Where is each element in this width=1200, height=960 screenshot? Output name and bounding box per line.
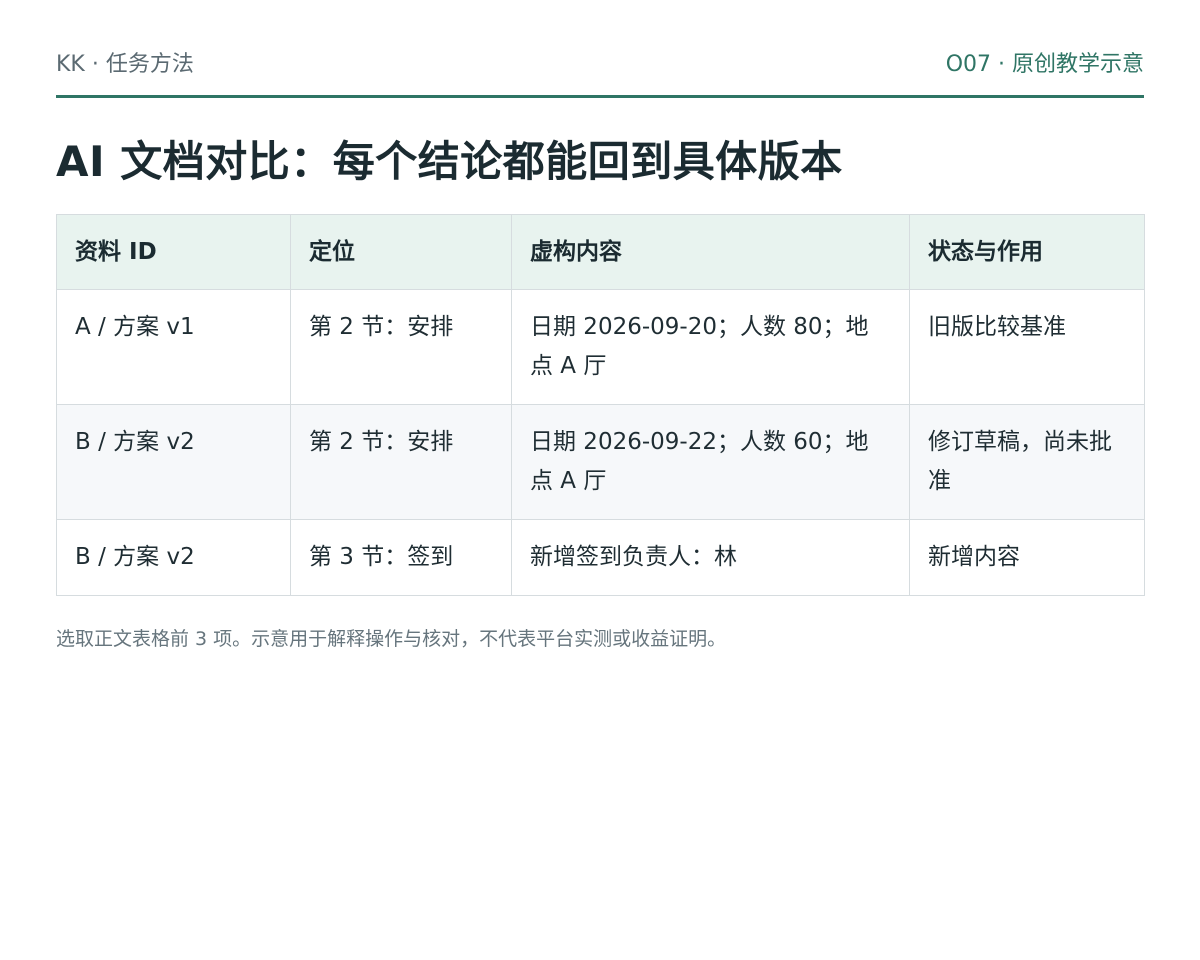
comparison-table: 资料 ID 定位 虚构内容 状态与作用 A / 方案 v1 第 2 节：安排 日… — [56, 214, 1145, 596]
cell-source-id: B / 方案 v2 — [56, 519, 291, 596]
table-header-row: 资料 ID 定位 虚构内容 状态与作用 — [56, 214, 1145, 290]
cell-status: 修订草稿，尚未批准 — [909, 404, 1145, 520]
cell-source-id: B / 方案 v2 — [56, 404, 291, 520]
cell-content: 日期 2026-09-20；人数 80；地点 A 厅 — [511, 289, 910, 405]
column-header-content: 虚构内容 — [511, 214, 910, 290]
page-title: AI 文档对比：每个结论都能回到具体版本 — [56, 137, 843, 186]
cell-location: 第 3 节：签到 — [290, 519, 512, 596]
column-header-status: 状态与作用 — [909, 214, 1145, 290]
cell-location: 第 2 节：安排 — [290, 404, 512, 520]
cell-content: 新增签到负责人：林 — [511, 519, 910, 596]
column-header-source-id: 资料 ID — [56, 214, 291, 290]
table-row: B / 方案 v2 第 2 节：安排 日期 2026-09-22；人数 60；地… — [56, 404, 1145, 520]
table-row: B / 方案 v2 第 3 节：签到 新增签到负责人：林 新增内容 — [56, 519, 1145, 596]
page: KK · 任务方法 O07 · 原创教学示意 AI 文档对比：每个结论都能回到具… — [56, 0, 1145, 651]
cell-source-id: A / 方案 v1 — [56, 289, 291, 405]
cell-content: 日期 2026-09-22；人数 60；地点 A 厅 — [511, 404, 910, 520]
cell-status: 旧版比较基准 — [909, 289, 1145, 405]
footnote: 选取正文表格前 3 项。示意用于解释操作与核对，不代表平台实测或收益证明。 — [56, 628, 727, 650]
column-header-location: 定位 — [290, 214, 512, 290]
top-bar: KK · 任务方法 O07 · 原创教学示意 — [56, 0, 1144, 98]
cell-status: 新增内容 — [909, 519, 1145, 596]
series-label: O07 · 原创教学示意 — [945, 51, 1144, 77]
cell-location: 第 2 节：安排 — [290, 289, 512, 405]
table-row: A / 方案 v1 第 2 节：安排 日期 2026-09-20；人数 80；地… — [56, 289, 1145, 405]
brand-label: KK · 任务方法 — [56, 51, 194, 77]
